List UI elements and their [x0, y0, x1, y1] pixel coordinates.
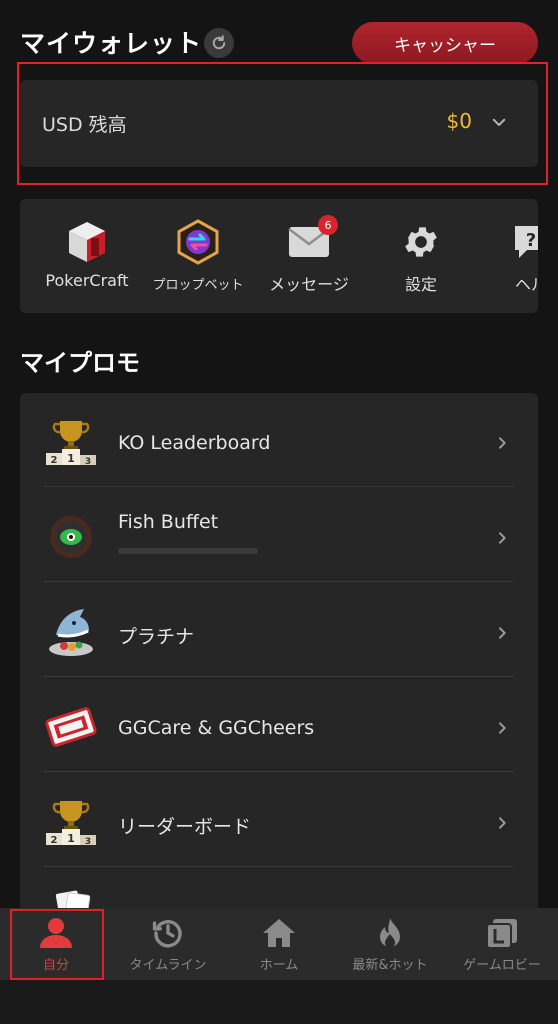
- chevron-right-icon: [499, 817, 506, 829]
- nav-active-highlight-outline: [10, 909, 104, 980]
- svg-text:1: 1: [67, 452, 75, 465]
- quick-menu-item-messages[interactable]: 6 メッセージ: [254, 199, 364, 313]
- promo-progress-bar: [118, 548, 258, 554]
- refresh-button[interactable]: [204, 28, 234, 58]
- promo-item-platinum[interactable]: プラチナ: [44, 583, 514, 677]
- shark-icon: [44, 605, 98, 659]
- svg-text:1: 1: [67, 832, 75, 845]
- refresh-icon: [212, 35, 226, 50]
- promo-list: 2 1 3 KO Leaderboard Fish Buffet プラチナ GG…: [20, 393, 538, 933]
- promo-section-title: マイプロモ: [20, 349, 140, 377]
- gear-icon: [398, 219, 444, 265]
- nav-item-timeline[interactable]: タイムライン: [112, 908, 224, 980]
- nav-item-game-lobby[interactable]: ゲームロビー: [446, 908, 558, 980]
- nav-item-latest-hot[interactable]: 最新&ホット: [334, 908, 446, 980]
- quick-menu-label: プロップベット: [152, 278, 244, 293]
- nav-label: 最新&ホット: [352, 958, 428, 973]
- quick-menu-label: ヘル: [514, 275, 538, 294]
- promo-item-leaderboard[interactable]: 2 1 3 リーダーボード: [44, 773, 514, 867]
- promo-item-label: GGCare & GGCheers: [118, 717, 315, 739]
- system-bar-area: [0, 980, 558, 1024]
- message-count-badge: 6: [318, 215, 338, 235]
- home-icon: [261, 916, 297, 950]
- thanks-gg-icon: [44, 700, 98, 754]
- chevron-right-icon: [499, 627, 506, 639]
- quick-menu: PokerCraft プロップベット 6 メッセージ 設定 ? ヘ: [20, 199, 538, 313]
- promo-item-ko-leaderboard[interactable]: 2 1 3 KO Leaderboard: [44, 393, 514, 487]
- svg-text:?: ?: [526, 230, 536, 251]
- quick-menu-label: メッセージ: [269, 275, 349, 294]
- prop-bet-icon: [175, 219, 221, 265]
- chevron-right-icon: [499, 437, 506, 449]
- flame-icon: [372, 916, 408, 950]
- promo-item-label: KO Leaderboard: [118, 432, 271, 454]
- promo-item-fish-buffet[interactable]: Fish Buffet: [44, 488, 514, 582]
- svg-text:2: 2: [51, 835, 58, 846]
- wallet-title: マイウォレット: [20, 29, 203, 58]
- wallet-header: マイウォレット キャッシャー: [20, 22, 538, 64]
- pokercraft-icon: [64, 219, 110, 265]
- cashier-button[interactable]: キャッシャー: [352, 22, 538, 64]
- quick-menu-label: 設定: [404, 275, 437, 294]
- quick-menu-item-help[interactable]: ? ヘル: [476, 199, 538, 313]
- clock-history-icon: [150, 916, 186, 950]
- nav-label: タイムライン: [129, 958, 207, 973]
- chevron-right-icon: [499, 722, 506, 734]
- chevron-right-icon: [499, 532, 506, 544]
- nav-label: ホーム: [259, 958, 299, 973]
- fish-plate-icon: [44, 510, 98, 564]
- quick-menu-item-settings[interactable]: 設定: [366, 199, 476, 313]
- trophy-podium-icon: 2 1 3: [44, 795, 98, 849]
- svg-text:3: 3: [85, 457, 91, 467]
- envelope-icon: 6: [286, 215, 338, 265]
- quick-menu-item-prop-bet[interactable]: プロップベット: [143, 199, 253, 313]
- balance-highlight-outline: [17, 62, 548, 185]
- quick-menu-item-pokercraft[interactable]: PokerCraft: [32, 199, 142, 313]
- help-icon: ?: [508, 219, 538, 265]
- promo-item-label: プラチナ: [118, 626, 195, 648]
- svg-text:3: 3: [85, 837, 91, 847]
- my-page-screen: マイウォレット キャッシャー USD 残高 $0 PokerCraft プロップ…: [0, 0, 558, 1024]
- trophy-podium-icon: 2 1 3: [44, 415, 98, 469]
- promo-item-label: リーダーボード: [118, 816, 252, 838]
- nav-item-home[interactable]: ホーム: [224, 908, 334, 980]
- promo-item-ggcare[interactable]: GGCare & GGCheers: [44, 678, 514, 772]
- nav-label: ゲームロビー: [463, 958, 541, 973]
- quick-menu-label: PokerCraft: [45, 271, 129, 290]
- svg-text:2: 2: [51, 455, 58, 466]
- lobby-icon: [484, 916, 520, 950]
- promo-item-label: Fish Buffet: [118, 511, 219, 533]
